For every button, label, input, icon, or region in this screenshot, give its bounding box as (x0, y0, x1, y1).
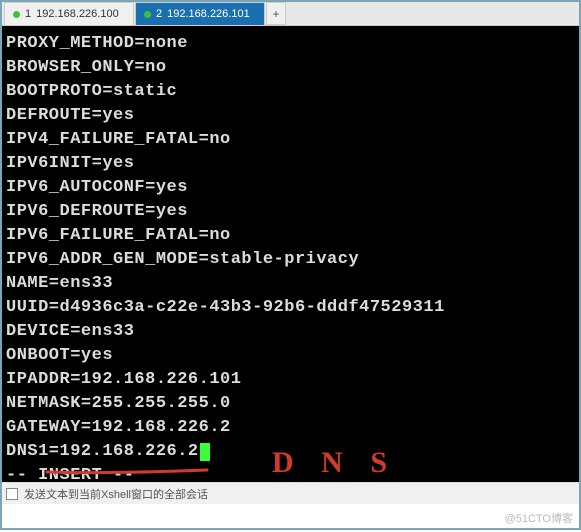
tab-bar: 1 192.168.226.100 2 192.168.226.101 + (2, 2, 579, 26)
terminal-output[interactable]: PROXY_METHOD=none BROWSER_ONLY=no BOOTPR… (2, 26, 579, 482)
tab-index: 2 (156, 8, 162, 20)
add-tab-button[interactable]: + (266, 2, 286, 25)
config-line: BROWSER_ONLY=no (6, 56, 575, 80)
bottom-bar: 发送文本到当前Xshell窗口的全部会话 (2, 482, 579, 504)
config-line: IPADDR=192.168.226.101 (6, 368, 575, 392)
status-dot-icon (13, 11, 20, 18)
tab-session-2[interactable]: 2 192.168.226.101 (135, 2, 265, 25)
tab-label: 192.168.226.101 (167, 8, 250, 20)
config-line: DEFROUTE=yes (6, 104, 575, 128)
tab-session-1[interactable]: 1 192.168.226.100 (4, 2, 134, 25)
config-line: IPV6_AUTOCONF=yes (6, 176, 575, 200)
status-dot-icon (144, 11, 151, 18)
watermark: @51CTO博客 (505, 510, 573, 526)
config-line: DNS1=192.168.226.2 (6, 440, 575, 464)
config-line: GATEWAY=192.168.226.2 (6, 416, 575, 440)
plus-icon: + (272, 7, 279, 21)
broadcast-label: 发送文本到当前Xshell窗口的全部会话 (24, 486, 208, 502)
config-line: IPV6INIT=yes (6, 152, 575, 176)
config-line: IPV6_DEFROUTE=yes (6, 200, 575, 224)
config-line: DEVICE=ens33 (6, 320, 575, 344)
config-line: NETMASK=255.255.255.0 (6, 392, 575, 416)
editor-mode: -- INSERT -- (6, 464, 575, 482)
config-line: IPV6_ADDR_GEN_MODE=stable-privacy (6, 248, 575, 272)
broadcast-checkbox[interactable] (6, 488, 18, 500)
config-line: ONBOOT=yes (6, 344, 575, 368)
config-line: UUID=d4936c3a-c22e-43b3-92b6-dddf4752931… (6, 296, 575, 320)
tab-label: 192.168.226.100 (36, 8, 119, 20)
config-line: IPV6_FAILURE_FATAL=no (6, 224, 575, 248)
config-line: NAME=ens33 (6, 272, 575, 296)
config-line: IPV4_FAILURE_FATAL=no (6, 128, 575, 152)
config-line: PROXY_METHOD=none (6, 32, 575, 56)
config-line: BOOTPROTO=static (6, 80, 575, 104)
cursor-icon (200, 443, 210, 461)
tab-index: 1 (25, 8, 31, 20)
